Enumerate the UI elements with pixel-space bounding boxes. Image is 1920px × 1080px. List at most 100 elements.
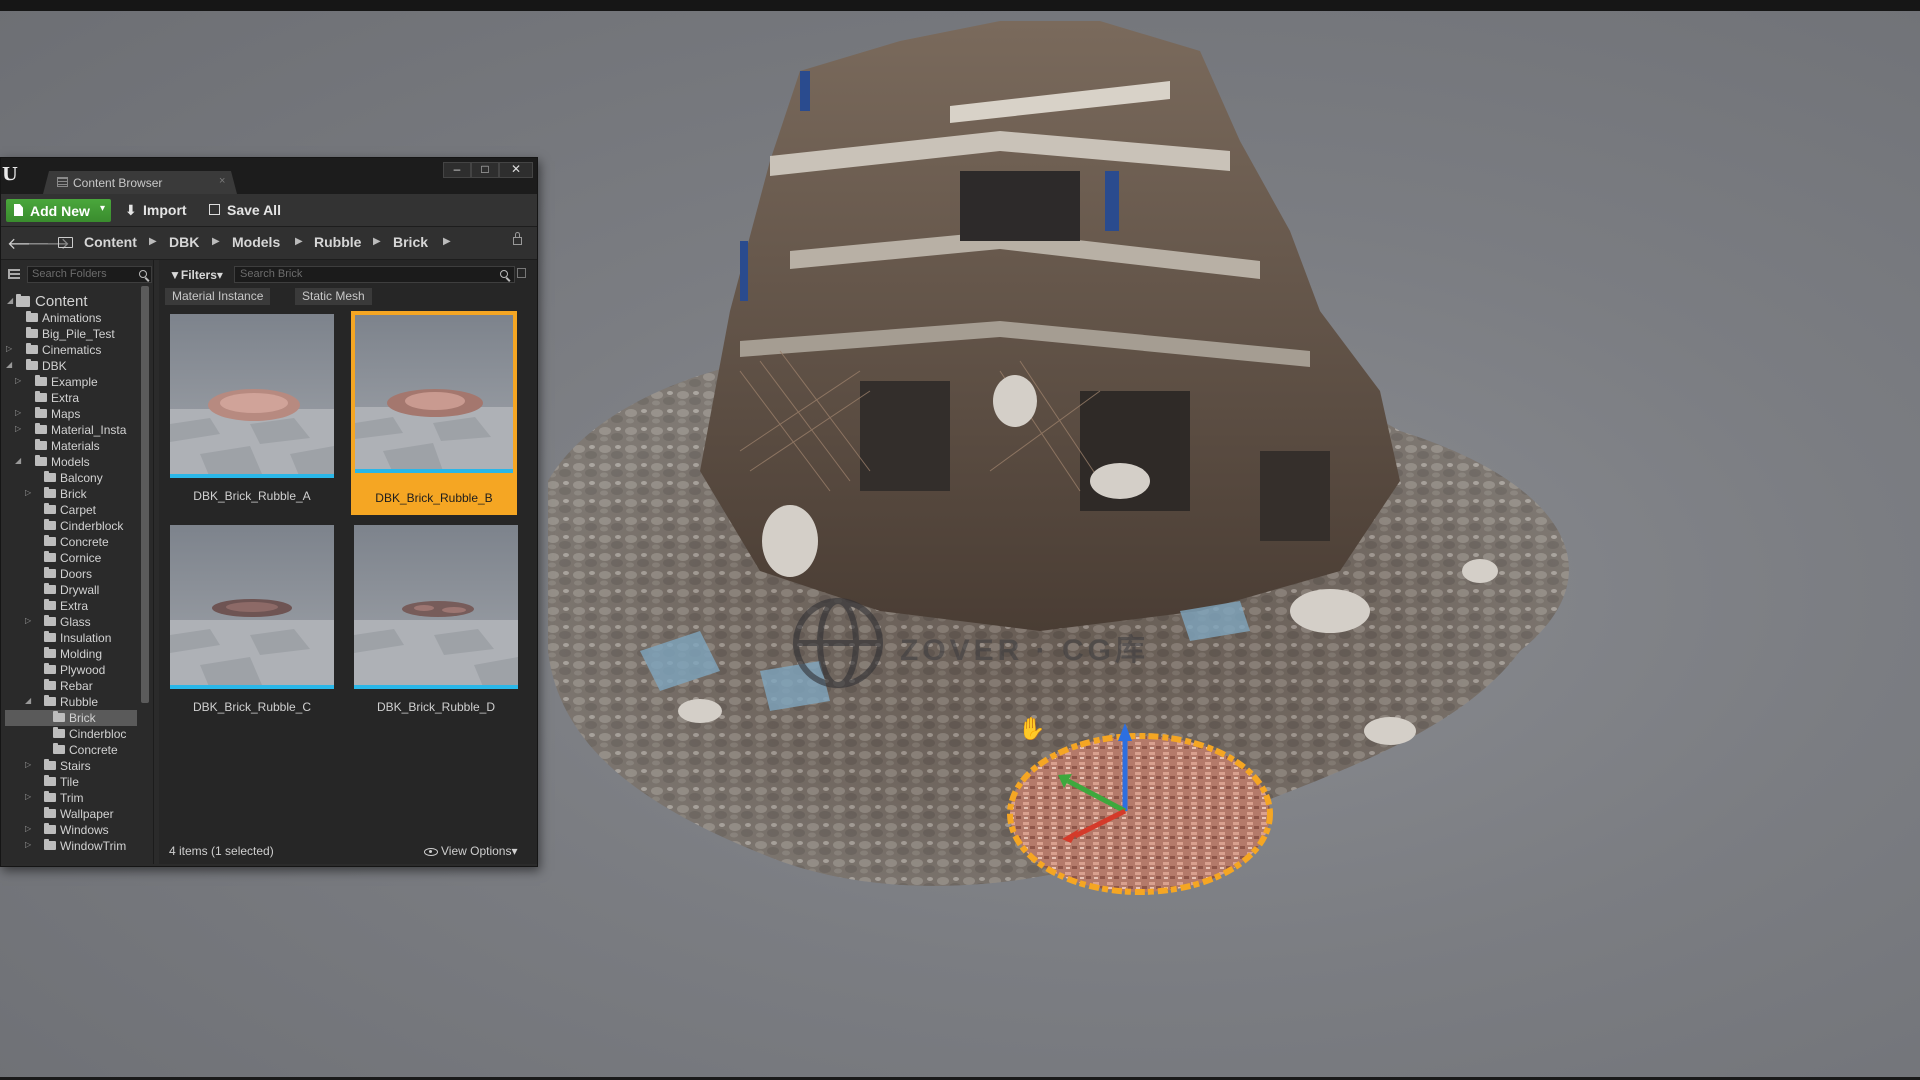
minimize-button[interactable]: –	[443, 162, 471, 178]
sources-toggle-icon[interactable]	[8, 269, 20, 279]
collapsed-arrow-icon[interactable]: ▷	[25, 760, 31, 769]
breadcrumb-models[interactable]: Models	[232, 234, 280, 250]
tree-item[interactable]: Brick	[5, 710, 137, 726]
collapsed-arrow-icon[interactable]: ▷	[25, 616, 31, 625]
tab-content-browser[interactable]: Content Browser ×	[43, 171, 237, 194]
tree-item[interactable]: Balcony	[5, 470, 137, 486]
tree-item[interactable]: Molding	[5, 646, 137, 662]
folder-icon	[26, 343, 38, 354]
tree-item[interactable]: ▷ Glass	[5, 614, 137, 630]
item-count-status: 4 items (1 selected)	[169, 844, 274, 858]
expanded-arrow-icon[interactable]: ◢	[25, 696, 31, 705]
save-search-icon[interactable]	[517, 268, 526, 278]
tree-item[interactable]: ▷ WindowTrim	[5, 838, 137, 854]
tree-item[interactable]: ▷ Cinematics	[5, 342, 137, 358]
collapsed-arrow-icon[interactable]: ▷	[25, 792, 31, 801]
tree-item[interactable]: Materials	[5, 438, 137, 454]
view-options-button[interactable]: View Options▾	[424, 844, 518, 858]
tree-item[interactable]: Extra	[5, 390, 137, 406]
tree-item[interactable]: Tile	[5, 774, 137, 790]
asset-thumbnail	[355, 315, 513, 473]
collapsed-arrow-icon[interactable]: ▷	[15, 424, 21, 433]
title-bar[interactable]: U Content Browser × – □ ✕	[1, 158, 537, 194]
tree-item[interactable]: Big_Pile_Test	[5, 326, 137, 342]
folder-tree: Search Folders ◢ Content Animations Big_P…	[1, 260, 154, 864]
collapsed-arrow-icon[interactable]: ▷	[6, 344, 12, 353]
expanded-arrow-icon[interactable]: ◢	[15, 456, 21, 465]
expanded-arrow-icon[interactable]: ◢	[6, 360, 12, 369]
tree-item[interactable]: Concrete	[5, 534, 137, 550]
tree-item[interactable]: ▷ Example	[5, 374, 137, 390]
tree-item-content-root[interactable]: ◢ Content	[1, 292, 141, 310]
folder-icon	[44, 759, 56, 770]
folder-icon[interactable]	[58, 237, 73, 248]
tree-item[interactable]: Insulation	[5, 630, 137, 646]
tree-item[interactable]: Wallpaper	[5, 806, 137, 822]
tree-item[interactable]: ▷ Trim	[5, 790, 137, 806]
tree-item[interactable]: Extra	[5, 598, 137, 614]
breadcrumb-separator-icon[interactable]: ▶	[373, 236, 381, 247]
tree-item[interactable]: Cinderbloc	[5, 726, 137, 742]
filter-chip-static-mesh[interactable]: Static Mesh	[295, 288, 372, 305]
asset-tile[interactable]: DBK_Brick_Rubble_A	[169, 313, 335, 513]
expanded-arrow-icon[interactable]: ◢	[7, 296, 13, 305]
watermark-text: ZOVER · CG库	[900, 634, 1150, 667]
tree-item-label: Carpet	[60, 503, 97, 517]
filters-button[interactable]: ▼Filters▾	[169, 268, 223, 282]
tree-item[interactable]: Doors	[5, 566, 137, 582]
tab-close-icon[interactable]: ×	[219, 175, 225, 187]
collapsed-arrow-icon[interactable]: ▷	[25, 840, 31, 849]
tree-item[interactable]: ▷ Material_Insta	[5, 422, 137, 438]
tree-item-label: Extra	[60, 599, 89, 613]
breadcrumb-separator-icon[interactable]: ▶	[443, 236, 451, 247]
folder-icon	[35, 407, 47, 418]
tree-item[interactable]: ◢ Rubble	[5, 694, 137, 710]
filter-chip-material-instance[interactable]: Material Instance	[165, 288, 271, 305]
tree-scrollbar[interactable]	[141, 286, 149, 703]
tree-item-label: Rubble	[60, 695, 99, 709]
asset-thumbnail	[354, 525, 518, 689]
breadcrumb-brick[interactable]: Brick	[393, 234, 428, 250]
asset-tile[interactable]: DBK_Brick_Rubble_C	[169, 524, 335, 724]
tree-item[interactable]: ◢ Models	[5, 454, 137, 470]
breadcrumb-rubble[interactable]: Rubble	[314, 234, 361, 250]
collapsed-arrow-icon[interactable]: ▷	[25, 824, 31, 833]
breadcrumb-dbk[interactable]: DBK	[169, 234, 199, 250]
collapsed-arrow-icon[interactable]: ▷	[15, 408, 21, 417]
tree-item[interactable]: ▷ Brick	[5, 486, 137, 502]
add-new-button[interactable]: Add New ▾	[6, 199, 111, 222]
tree-item[interactable]: ▷ Maps	[5, 406, 137, 422]
tree-item[interactable]: Plywood	[5, 662, 137, 678]
tree-item[interactable]: ▷ Stairs	[5, 758, 137, 774]
tree-item[interactable]: ◢ DBK	[5, 358, 137, 374]
close-button[interactable]: ✕	[499, 162, 533, 178]
tree-item[interactable]: Rebar	[5, 678, 137, 694]
folder-search-input[interactable]: Search Folders	[27, 266, 152, 283]
asset-tile[interactable]: DBK_Brick_Rubble_D	[353, 524, 519, 724]
breadcrumb-separator-icon[interactable]: ▶	[149, 236, 157, 247]
tree-item[interactable]: ▷ Windows	[5, 822, 137, 838]
hand-cursor-icon: ✋	[1018, 716, 1046, 741]
breadcrumb-separator-icon[interactable]: ▶	[212, 236, 220, 247]
asset-search-input[interactable]: Search Brick	[234, 266, 515, 283]
asset-tile-selected[interactable]: DBK_Brick_Rubble_B	[351, 311, 517, 515]
tree-item[interactable]: Drywall	[5, 582, 137, 598]
lock-icon[interactable]	[513, 232, 522, 245]
tree-item[interactable]: Cornice	[5, 550, 137, 566]
content-browser-icon	[57, 177, 68, 187]
folder-icon	[35, 455, 47, 466]
folder-icon	[44, 583, 56, 594]
collapsed-arrow-icon[interactable]: ▷	[25, 488, 31, 497]
breadcrumb-separator-icon[interactable]: ▶	[295, 236, 303, 247]
tree-item[interactable]: Carpet	[5, 502, 137, 518]
breadcrumb-content[interactable]: Content	[84, 234, 137, 250]
collapsed-arrow-icon[interactable]: ▷	[15, 376, 21, 385]
search-icon	[139, 270, 147, 278]
tree-item[interactable]: Animations	[5, 310, 137, 326]
toolbar: Add New ▾ ⬇ Import Save All	[1, 194, 537, 227]
maximize-button[interactable]: □	[471, 162, 499, 178]
asset-thumbnail	[170, 314, 334, 478]
tree-item[interactable]: Cinderblock	[5, 518, 137, 534]
chevron-down-icon: ▾	[511, 844, 518, 858]
tree-item[interactable]: Concrete	[5, 742, 137, 758]
